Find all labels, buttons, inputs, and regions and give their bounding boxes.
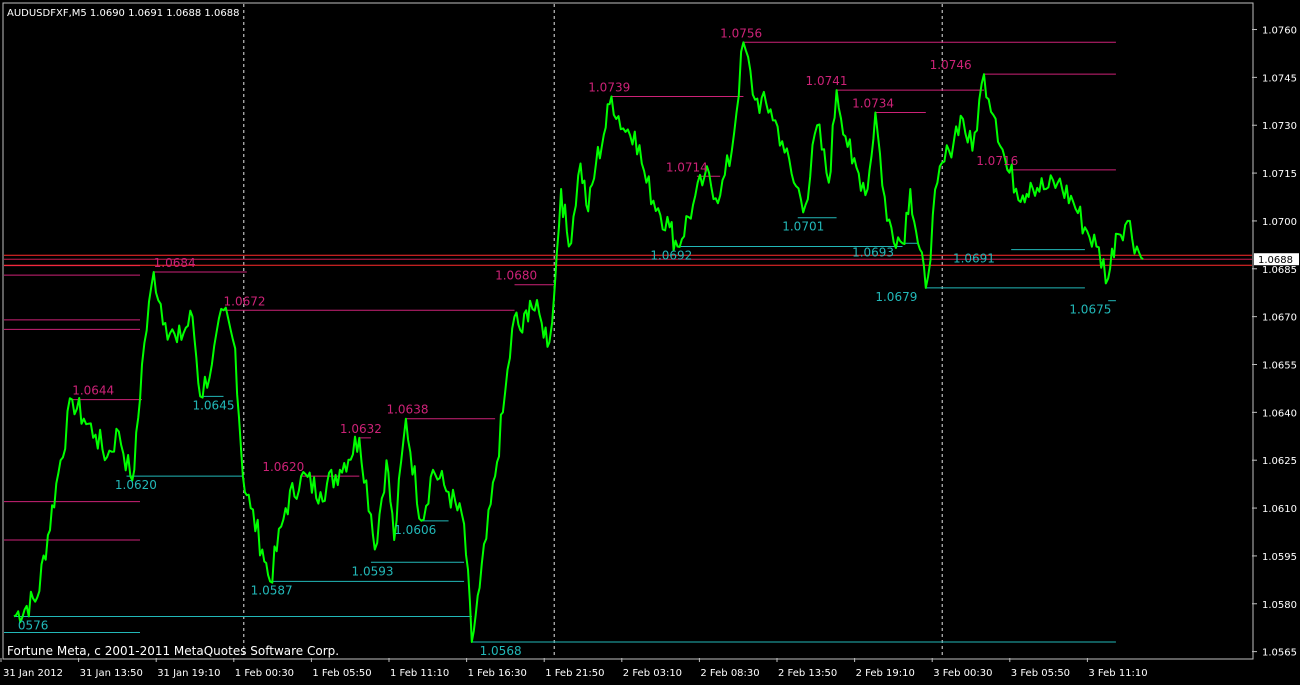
y-tick-label: 1.0655 [1262,360,1297,371]
resistance-label: 1.0672 [224,294,266,308]
support-label: 1.0701 [782,220,824,234]
x-tick-label: 2 Feb 13:50 [778,668,837,679]
x-tick-label: 3 Feb 00:30 [933,668,992,679]
y-tick-label: 1.0715 [1262,169,1297,180]
y-tick-label: 1.0565 [1262,648,1297,659]
y-tick-label: 1.0745 [1262,73,1297,84]
support-label: 1.0691 [953,252,995,266]
y-tick-label: 1.0625 [1262,456,1297,467]
y-tick-label: 1.0760 [1262,26,1297,37]
y-tick-label: 1.0685 [1262,265,1297,276]
support-label: 1.0693 [852,245,894,259]
resistance-label: 1.0680 [495,269,537,283]
x-tick-label: 1 Feb 21:50 [545,668,604,679]
resistance-label: 1.0684 [154,256,196,270]
support-label: 0576 [18,619,49,633]
y-tick-label: 1.0670 [1262,313,1297,324]
resistance-label: 1.0638 [386,403,428,417]
resistance-label: 1.0741 [806,74,848,88]
resistance-label: 1.0620 [262,460,304,474]
resistance-label: 1.0644 [72,384,114,398]
x-tick-label: 1 Feb 00:30 [235,668,294,679]
y-tick-label: 1.0640 [1262,408,1297,419]
support-label: 1.0606 [394,523,436,537]
support-label: 1.0679 [875,290,917,304]
resistance-label: 1.0746 [930,58,972,72]
y-tick-label: 1.0700 [1262,217,1297,228]
y-tick-label: 1.0595 [1262,552,1297,563]
chart-window[interactable]: 1.0644 1.0684 1.0672 1.0620 1.0632 1.0638 1.06… [0,0,1300,681]
symbol-info: AUDUSDFXF,M5 1.0690 1.0691 1.0688 1.0688 [7,8,239,19]
resistance-label: 1.0632 [340,422,382,436]
copyright-text: Fortune Meta, c 2001-2011 MetaQuotes Sof… [7,644,339,658]
x-tick-label: 31 Jan 2012 [3,668,63,679]
x-tick-label: 2 Feb 03:10 [623,668,682,679]
x-tick-label: 1 Feb 16:30 [468,668,527,679]
support-label: 1.0587 [251,583,293,597]
y-tick-label: 1.0730 [1262,121,1297,132]
support-label: 1.0675 [1069,303,1111,317]
y-tick-label: 1.0610 [1262,504,1297,515]
x-tick-label: 1 Feb 05:50 [312,668,371,679]
support-label: 1.0692 [650,248,692,262]
x-tick-label: 2 Feb 19:10 [856,668,915,679]
y-tick-label: 1.0580 [1262,600,1297,611]
x-tick-label: 2 Feb 08:30 [700,668,759,679]
x-tick-label: 3 Feb 11:10 [1088,668,1147,679]
support-label: 1.0620 [115,478,157,492]
resistance-label: 1.0739 [588,81,630,95]
current-price-label: 1.0688 [1258,255,1293,266]
resistance-label: 1.0716 [976,154,1018,168]
support-label: 1.0645 [192,398,234,412]
resistance-label: 1.0756 [720,26,762,40]
x-tick-label: 31 Jan 19:10 [157,668,220,679]
x-tick-label: 1 Feb 11:10 [390,668,449,679]
resistance-label: 1.0734 [852,96,894,110]
x-tick-label: 3 Feb 05:50 [1011,668,1070,679]
support-label: 1.0568 [480,644,522,658]
x-tick-label: 31 Jan 13:50 [80,668,143,679]
support-label: 1.0593 [352,564,394,578]
resistance-label: 1.0714 [666,160,708,174]
price-chart[interactable]: 1.0644 1.0684 1.0672 1.0620 1.0632 1.0638 1.06… [0,0,1300,681]
